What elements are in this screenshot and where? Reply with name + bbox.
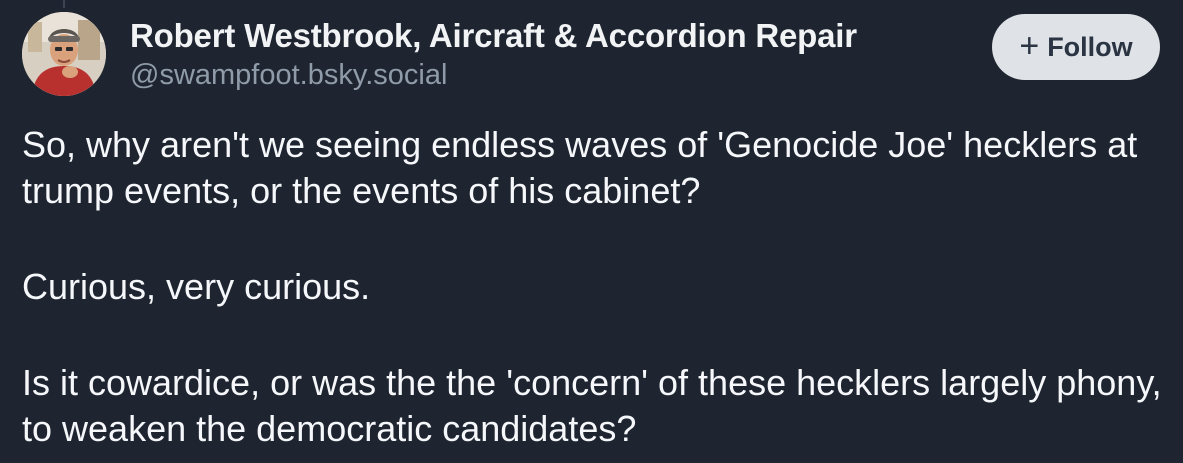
follow-button-label: Follow (1047, 31, 1133, 62)
avatar[interactable] (22, 12, 106, 96)
author-display-name[interactable]: Robert Westbrook, Aircraft & Accordion R… (130, 16, 857, 56)
post-paragraph-1: So, why aren't we seeing endless waves o… (22, 124, 1138, 211)
author-info[interactable]: Robert Westbrook, Aircraft & Accordion R… (130, 16, 857, 94)
post-paragraph-3: Is it cowardice, or was the the 'concern… (22, 362, 1162, 449)
post-paragraph-2: Curious, very curious. (22, 266, 371, 307)
post[interactable]: Robert Westbrook, Aircraft & Accordion R… (0, 0, 1183, 463)
post-text: So, why aren't we seeing endless waves o… (22, 122, 1162, 452)
post-header: Robert Westbrook, Aircraft & Accordion R… (22, 12, 1162, 98)
author-handle[interactable]: @swampfoot.bsky.social (130, 56, 857, 94)
plus-icon: + (1019, 26, 1040, 65)
avatar-photo (22, 12, 106, 96)
follow-button[interactable]: + Follow (992, 14, 1160, 80)
